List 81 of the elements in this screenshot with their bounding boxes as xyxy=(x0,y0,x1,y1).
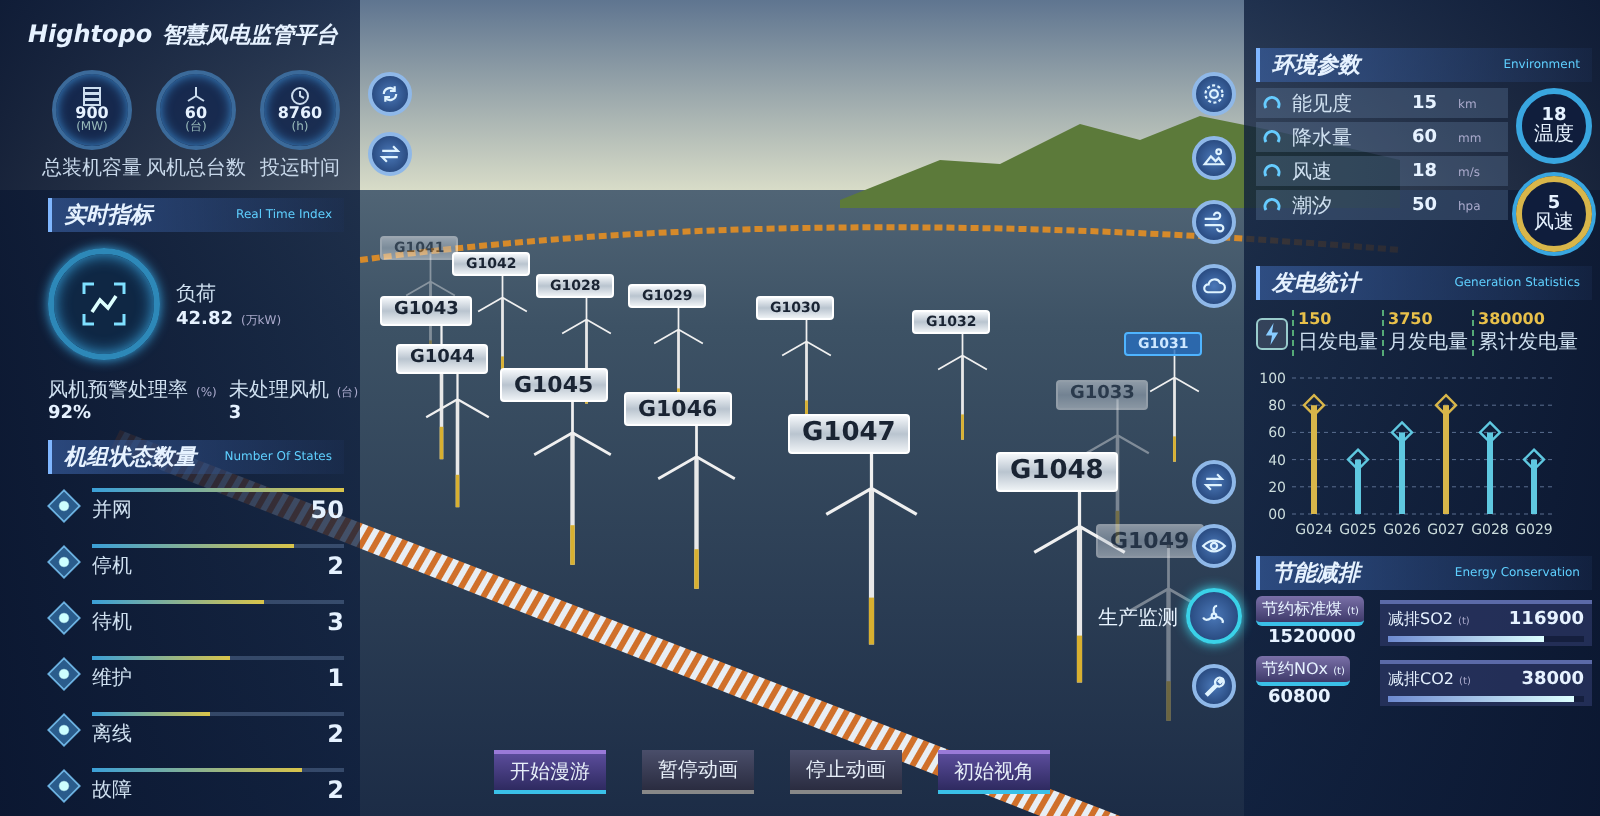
chart-bar xyxy=(1487,432,1493,514)
state-label: 离线 xyxy=(92,721,132,748)
chart-bar xyxy=(1311,405,1317,514)
environment-label: 能见度 xyxy=(1292,91,1354,118)
gauge-label: 风速 xyxy=(1534,213,1574,233)
tool-label: 生产监测 xyxy=(1098,605,1178,632)
generation-value: 380000 xyxy=(1478,310,1547,328)
state-label: 并网 xyxy=(92,497,132,524)
state-label: 维护 xyxy=(92,665,132,692)
diamond-marker xyxy=(1434,393,1458,417)
state-count: 2 xyxy=(327,776,344,804)
generation-label: 月发电量 xyxy=(1388,329,1468,356)
lightning-icon xyxy=(1256,317,1288,349)
turbine-label[interactable]: G1047 xyxy=(788,414,910,454)
kpi-label: 总装机容量 xyxy=(42,155,142,182)
kpi-label: 投运时间 xyxy=(260,155,340,182)
diamond-marker xyxy=(1478,420,1502,445)
gauge-label: 温度 xyxy=(1534,125,1574,145)
state-count: 50 xyxy=(310,496,344,524)
generation-label: 日发电量 xyxy=(1298,329,1378,356)
diamond-marker xyxy=(1346,447,1370,472)
gauge-value: 18 xyxy=(1541,107,1567,125)
state-count: 2 xyxy=(327,720,344,748)
section-title: 节能减排 xyxy=(1272,558,1360,588)
turbine-label[interactable]: G1048 xyxy=(996,452,1118,492)
stat-label: 未处理风机 xyxy=(228,377,329,404)
generation-label: 累计发电量 xyxy=(1478,329,1578,356)
animation-button[interactable]: 停止动画 xyxy=(790,750,902,794)
diamond-marker xyxy=(1302,393,1326,417)
state-label: 待机 xyxy=(92,609,132,636)
state-count: 3 xyxy=(327,608,344,636)
turbine-label[interactable]: G1043 xyxy=(380,296,473,326)
diamond-marker xyxy=(1522,447,1546,472)
animation-button[interactable]: 开始漫游 xyxy=(494,750,606,794)
clock-icon xyxy=(290,86,310,106)
turbine-label[interactable]: G1046 xyxy=(624,392,732,427)
section-title: 机组状态数量 xyxy=(64,442,196,472)
app-title: 智慧风电监管平台 xyxy=(162,20,339,50)
stat-value: 92% xyxy=(48,404,94,424)
generation-value: 3750 xyxy=(1388,310,1435,328)
generation-value: 150 xyxy=(1298,310,1334,328)
environment-value: 50 xyxy=(1412,196,1440,216)
state-count: 1 xyxy=(327,664,344,692)
animation-button[interactable]: 初始视角 xyxy=(938,750,1050,794)
section-title: 发电统计 xyxy=(1272,268,1360,298)
turbine-label[interactable]: G1045 xyxy=(500,368,608,403)
environment-value: 15 xyxy=(1412,94,1440,114)
saving-value: 1520000 xyxy=(1266,628,1356,648)
kpi-label: 风机总台数 xyxy=(146,155,246,182)
state-label: 故障 xyxy=(92,777,132,804)
animation-button[interactable]: 暂停动画 xyxy=(642,750,754,794)
server-icon xyxy=(82,86,102,106)
trend-icon xyxy=(80,280,128,328)
kpi-value: 8760 xyxy=(277,106,323,122)
brand-name: Hightopo xyxy=(28,20,153,48)
reduction-value: 116900 xyxy=(1508,609,1584,629)
environment-label: 风速 xyxy=(1292,159,1334,186)
stat-label: 风机预警处理率 xyxy=(48,377,188,404)
chart-bar xyxy=(1399,432,1405,514)
kpi-value: 60 xyxy=(184,106,208,122)
section-title: 实时指标 xyxy=(64,200,152,230)
turbine-label[interactable]: G1044 xyxy=(396,344,489,374)
load-label: 负荷 xyxy=(176,281,218,307)
fan-icon xyxy=(186,86,206,106)
kpi-value: 900 xyxy=(75,106,109,122)
diamond-marker xyxy=(1390,420,1414,445)
section-title: 环境参数 xyxy=(1272,50,1360,80)
chart-bar xyxy=(1531,459,1537,514)
environment-value: 60 xyxy=(1412,128,1440,148)
chart-bar xyxy=(1355,459,1361,514)
state-label: 停机 xyxy=(92,553,132,580)
gauge-value: 5 xyxy=(1547,195,1561,213)
stat-value: 3 xyxy=(228,404,244,424)
environment-label: 潮汐 xyxy=(1292,193,1334,220)
state-count: 2 xyxy=(327,552,344,580)
saving-value: 60800 xyxy=(1266,688,1331,708)
environment-label: 降水量 xyxy=(1292,125,1354,152)
reduction-value: 38000 xyxy=(1521,669,1584,689)
environment-value: 18 xyxy=(1412,162,1440,182)
chart-bar xyxy=(1443,405,1449,514)
load-value: 42.82 xyxy=(176,309,233,329)
